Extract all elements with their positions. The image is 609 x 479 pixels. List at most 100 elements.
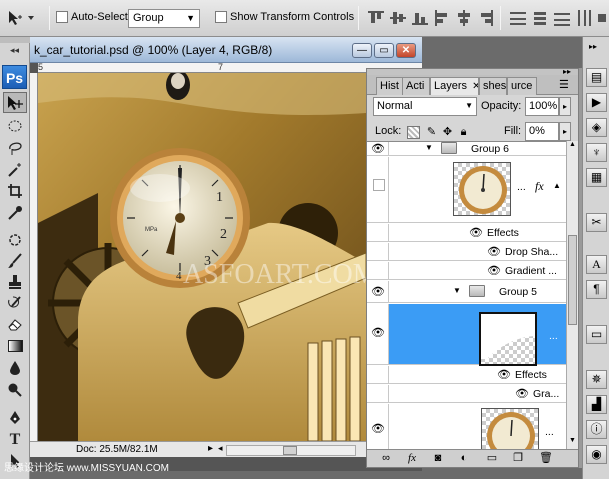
drop-shadow-eye-icon[interactable]: 👁︎	[487, 245, 501, 258]
minimize-button[interactable]: —	[352, 43, 372, 58]
dock-collapse-icon[interactable]: ▸▸	[589, 42, 597, 51]
layers-scrollbar[interactable]: ▲ ▼	[566, 141, 578, 449]
align-horizontal-center-icon[interactable]	[456, 10, 472, 26]
add-mask-icon[interactable]: ◙	[431, 452, 445, 465]
dock-clone-source-icon[interactable]: ▦	[586, 168, 607, 187]
distribute-top-icon[interactable]	[510, 10, 526, 26]
eye-icon[interactable]: 👁︎	[371, 285, 385, 298]
canvas[interactable]: 1 2 3 4 MPa ASFOART.COM	[38, 73, 366, 441]
blend-mode-dropdown[interactable]: Normal ▼	[373, 97, 477, 116]
dock-color-icon[interactable]: ◉	[586, 445, 607, 464]
new-group-icon[interactable]: ▭	[485, 452, 499, 465]
group-expanded-triangle-icon[interactable]: ▼	[425, 143, 433, 152]
lock-all-icon[interactable]: 🔒︎	[457, 126, 470, 139]
status-menu-arrow-icon[interactable]: ▸	[208, 443, 213, 454]
ruler-vertical[interactable]	[30, 73, 38, 441]
align-vertical-center-icon[interactable]	[390, 10, 406, 26]
opacity-input[interactable]: 100%	[525, 97, 559, 116]
brush-tool-icon[interactable]	[3, 250, 27, 271]
fill-input[interactable]: 0%	[525, 122, 559, 141]
auto-select-checkbox[interactable]	[56, 11, 68, 23]
tab-brushes[interactable]: shes	[479, 77, 507, 95]
link-layers-icon[interactable]: ∞	[379, 452, 393, 465]
dock-info-icon[interactable]: ▤	[586, 68, 607, 87]
group-expanded-triangle-icon[interactable]: ▼	[453, 286, 461, 295]
align-bottom-icon[interactable]	[412, 10, 428, 26]
tab-actions[interactable]: Acti	[402, 77, 430, 95]
layer-row-group-5[interactable]: 👁︎ ▼ Group 5	[367, 281, 566, 303]
effects-expand-triangle-icon[interactable]: ▲	[553, 181, 561, 190]
opacity-slider-button[interactable]: ▸	[559, 97, 571, 116]
show-transform-checkbox[interactable]	[215, 11, 227, 23]
new-layer-icon[interactable]: ❐	[511, 452, 525, 465]
crop-tool-icon[interactable]	[3, 180, 27, 201]
layer-effects-row-2[interactable]: 👁︎ Effects	[367, 366, 566, 384]
visibility-toggle-off[interactable]	[373, 179, 385, 191]
distribute-bottom-icon[interactable]	[554, 10, 570, 26]
type-tool-icon[interactable]: T	[3, 429, 27, 450]
adjustment-layer-icon[interactable]: ◐	[457, 452, 471, 465]
tab-close-icon[interactable]: ✕	[472, 81, 478, 92]
effect-gradient-row[interactable]: 👁︎ Gradient ...	[367, 262, 566, 280]
distribute-center-icon[interactable]	[532, 10, 548, 26]
move-tool-preset-icon[interactable]	[6, 9, 36, 27]
scrollbar-thumb[interactable]	[568, 235, 577, 325]
eraser-tool-icon[interactable]	[3, 313, 27, 334]
dock-play-icon[interactable]: ▶	[586, 93, 607, 112]
auto-select-dropdown[interactable]: Group ▼	[128, 9, 200, 28]
tab-history[interactable]: Hist	[376, 77, 403, 95]
add-layer-style-icon[interactable]: fx	[405, 452, 419, 465]
tools-panel-grip[interactable]	[0, 37, 30, 43]
history-brush-tool-icon[interactable]	[3, 292, 27, 313]
marquee-tool-icon[interactable]	[3, 115, 27, 136]
dock-navigator-icon[interactable]: ✵	[586, 370, 607, 389]
scroll-left-icon[interactable]: ◂	[218, 443, 223, 454]
collapse-icon[interactable]: ◂◂	[10, 45, 19, 56]
layer-row-group-6[interactable]: 👁︎ ▼ Group 6	[367, 142, 566, 156]
align-left-icon[interactable]	[434, 10, 450, 26]
healing-brush-tool-icon[interactable]	[3, 229, 27, 250]
lock-image-brush-icon[interactable]: ✎	[425, 126, 438, 139]
dock-paragraph-icon[interactable]: ¶	[586, 280, 607, 299]
dock-character-icon[interactable]: A	[586, 255, 607, 274]
tab-sources[interactable]: urce	[507, 77, 537, 95]
fx-icon[interactable]: fx	[535, 179, 544, 194]
distribute-more-icon[interactable]	[596, 10, 609, 26]
close-button[interactable]: ✕	[396, 43, 416, 58]
tab-layers[interactable]: Layers ✕	[430, 77, 479, 95]
layer-row-gauge[interactable]: ... fx ▲	[367, 157, 566, 223]
lock-transparent-icon[interactable]	[407, 126, 420, 139]
blur-tool-icon[interactable]	[3, 357, 27, 378]
magic-wand-tool-icon[interactable]	[3, 159, 27, 180]
distribute-left-icon[interactable]	[576, 10, 592, 26]
delete-layer-icon[interactable]: 🗑︎	[539, 452, 553, 465]
fill-slider-button[interactable]: ▸	[559, 122, 571, 141]
document-titlebar[interactable]: k_car_tutorial.psd @ 100% (Layer 4, RGB/…	[30, 37, 422, 63]
gradient-eye-icon[interactable]: 👁︎	[487, 264, 501, 277]
dock-info-circle-icon[interactable]: ⓘ	[586, 420, 607, 439]
move-tool-icon[interactable]	[3, 92, 27, 113]
maximize-button[interactable]: ▭	[374, 43, 394, 58]
dodge-tool-icon[interactable]	[3, 379, 27, 400]
dock-brush-icon[interactable]: ♆	[586, 143, 607, 162]
scroll-up-icon[interactable]: ▲	[569, 141, 576, 148]
effects-eye-icon[interactable]: 👁︎	[497, 368, 511, 381]
align-right-icon[interactable]	[478, 10, 494, 26]
effect-drop-shadow-row[interactable]: 👁︎ Drop Sha...	[367, 243, 566, 261]
dock-layers-icon[interactable]: ◈	[586, 118, 607, 137]
scroll-down-icon[interactable]: ▼	[569, 437, 576, 444]
eyedropper-tool-icon[interactable]	[3, 202, 27, 223]
effect-gradient-row-2[interactable]: 👁︎ Gra...	[367, 385, 566, 403]
lasso-tool-icon[interactable]	[3, 137, 27, 158]
align-top-icon[interactable]	[368, 10, 384, 26]
gradient-eye-icon[interactable]: 👁︎	[515, 387, 529, 400]
dock-notes-icon[interactable]: ▭	[586, 325, 607, 344]
effects-eye-icon[interactable]: 👁︎	[469, 226, 483, 239]
layer-row-layer-4-selected[interactable]: 👁︎ ...	[367, 304, 566, 366]
gradient-tool-icon[interactable]	[3, 335, 27, 356]
layer-row-gauge-2[interactable]: 👁︎ ...	[367, 404, 566, 449]
ruler-horizontal[interactable]: 5 7	[38, 62, 422, 73]
scrollbar-thumb[interactable]	[283, 446, 297, 455]
lock-position-icon[interactable]: ✥	[441, 126, 454, 139]
clone-stamp-tool-icon[interactable]	[3, 271, 27, 292]
